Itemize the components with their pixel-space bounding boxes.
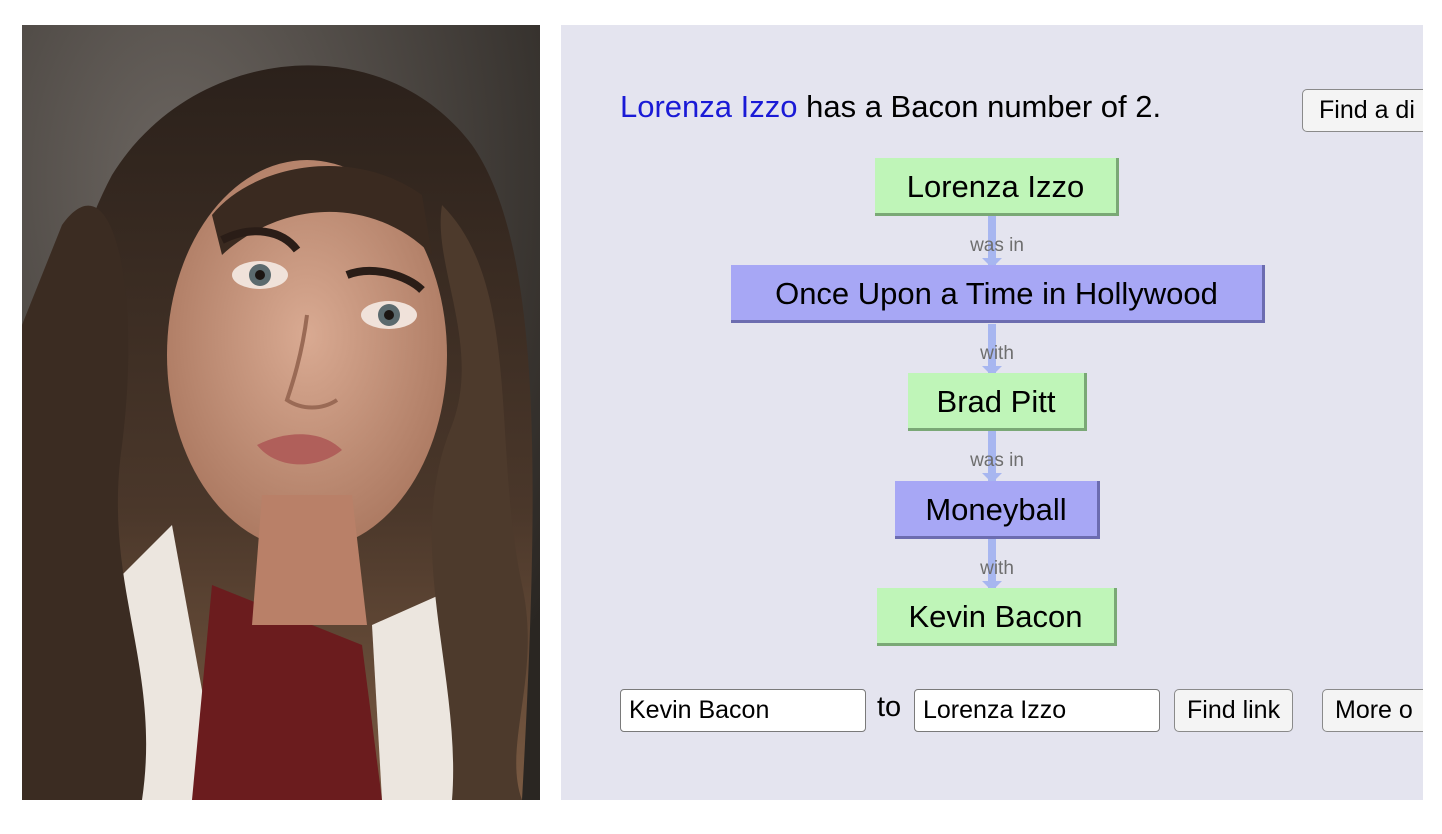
from-actor-input[interactable] — [620, 689, 866, 732]
chain-node-movie[interactable]: Once Upon a Time in Hollywood — [731, 265, 1265, 323]
actor-photo — [22, 25, 540, 800]
to-actor-input[interactable] — [914, 689, 1160, 732]
edge-label: was in — [970, 235, 1024, 256]
edge-label: with — [980, 558, 1014, 579]
bacon-result-panel: Lorenza Izzo has a Bacon number of 2. Fi… — [561, 25, 1423, 800]
chain-node-movie[interactable]: Moneyball — [895, 481, 1100, 539]
find-link-button[interactable]: Find link — [1174, 689, 1294, 732]
bacon-chain: was in with was in with Lorenza Izzo Onc… — [561, 25, 1423, 800]
portrait-image — [22, 25, 540, 800]
more-options-button[interactable]: More o — [1322, 689, 1423, 732]
chain-node-actor[interactable]: Lorenza Izzo — [875, 158, 1119, 216]
to-label: to — [877, 691, 902, 723]
chain-node-actor[interactable]: Kevin Bacon — [877, 588, 1117, 646]
chain-node-actor[interactable]: Brad Pitt — [908, 373, 1087, 431]
edge-label: was in — [970, 450, 1024, 471]
edge-label: with — [980, 343, 1014, 364]
